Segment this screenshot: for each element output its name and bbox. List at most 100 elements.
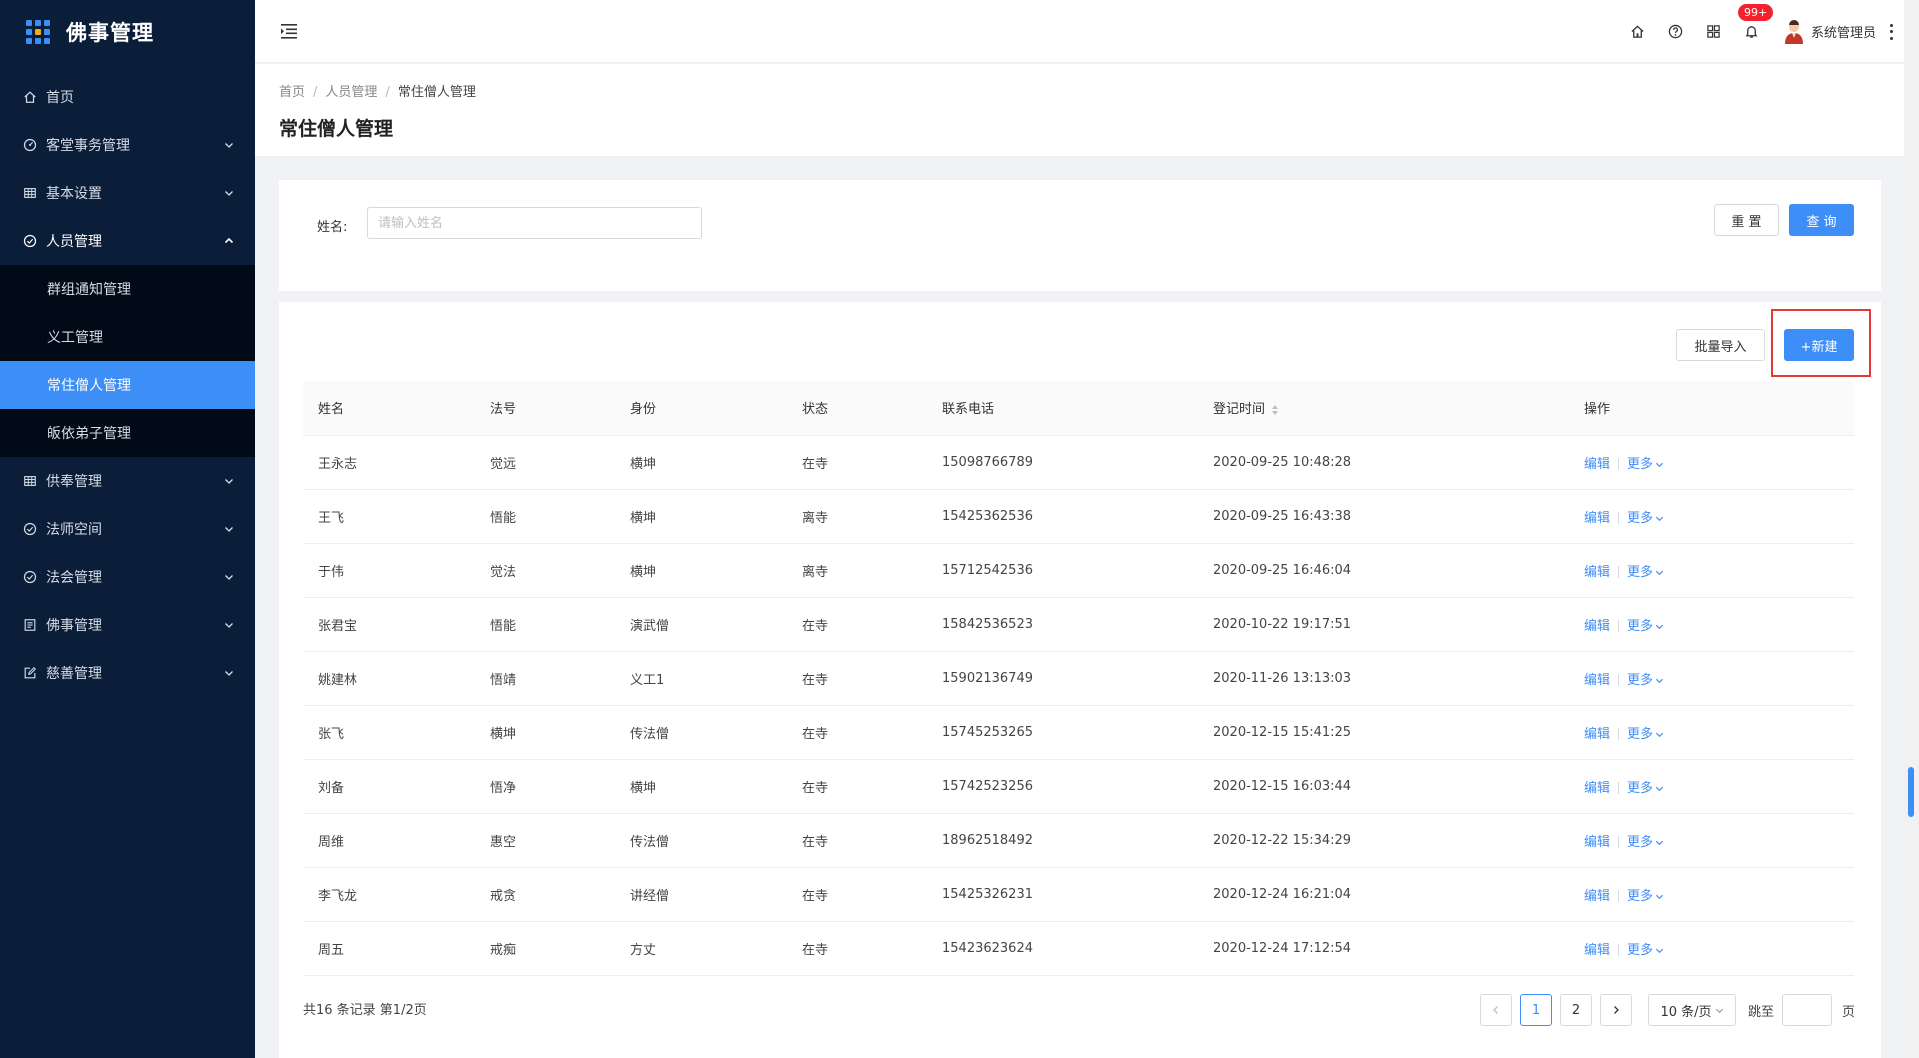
edit-link[interactable]: 编辑 bbox=[1584, 943, 1610, 958]
column-header-register-time[interactable]: 登记时间 bbox=[1198, 381, 1569, 436]
more-vertical-icon[interactable] bbox=[1890, 23, 1894, 40]
edit-link[interactable]: 编辑 bbox=[1584, 835, 1610, 850]
more-label: 更多 bbox=[1627, 726, 1654, 742]
sidebar-item-label: 法会管理 bbox=[46, 570, 102, 586]
chevron-down-icon bbox=[225, 479, 233, 484]
sidebar-item-8[interactable]: 慈善管理 bbox=[0, 649, 255, 697]
breadcrumb-personnel[interactable]: 人员管理 bbox=[325, 85, 377, 100]
sidebar-item-label: 首页 bbox=[46, 90, 74, 106]
chevron-down-icon bbox=[1655, 678, 1664, 683]
page-1-button[interactable]: 1 bbox=[1519, 994, 1552, 1026]
sidebar-item-1[interactable]: 客堂事务管理 bbox=[0, 121, 255, 169]
sidebar-item-7[interactable]: 佛事管理 bbox=[0, 601, 255, 649]
more-label: 更多 bbox=[1627, 618, 1654, 634]
scrollbar[interactable] bbox=[1904, 0, 1919, 1058]
apps-icon[interactable] bbox=[1706, 24, 1722, 40]
submenu-item-label: 常住僧人管理 bbox=[47, 378, 131, 394]
chevron-down-icon bbox=[225, 143, 233, 148]
logo[interactable]: 佛事管理 bbox=[0, 0, 255, 64]
more-dropdown[interactable]: 更多 bbox=[1627, 565, 1664, 580]
more-dropdown[interactable]: 更多 bbox=[1627, 457, 1664, 472]
sidebar-item-2[interactable]: 基本设置 bbox=[0, 169, 255, 217]
prev-page-button[interactable] bbox=[1479, 994, 1512, 1026]
table-row: 于伟 觉法 横坤 离寺 15712542536 2020-09-25 16:46:04 编辑… bbox=[303, 543, 1854, 598]
chevron-down-icon bbox=[1655, 894, 1664, 899]
sidebar-menu: 首页客堂事务管理 基本设置 人员管理 群组通知管理 义工管理常住僧人管理皈依弟子管理 供奉… bbox=[0, 73, 255, 697]
record-summary: 共16 条记录 第1/2页 bbox=[303, 1003, 427, 1018]
reset-button[interactable]: 重 置 bbox=[1714, 204, 1779, 236]
action-divider bbox=[1618, 620, 1620, 632]
edit-link[interactable]: 编辑 bbox=[1584, 565, 1610, 580]
cell-status: 在寺 bbox=[787, 435, 927, 490]
bell-icon[interactable]: 99+ bbox=[1737, 3, 1774, 40]
column-header-register-time-label: 登记时间 bbox=[1213, 402, 1266, 418]
chevron-right-icon bbox=[1614, 1006, 1619, 1014]
more-label: 更多 bbox=[1627, 510, 1654, 526]
cell-time: 2020-12-15 15:41:25 bbox=[1198, 705, 1569, 760]
more-dropdown[interactable]: 更多 bbox=[1627, 943, 1664, 958]
username[interactable]: 系统管理员 bbox=[1811, 22, 1876, 41]
cell-status: 在寺 bbox=[787, 921, 927, 976]
sidebar-item-4[interactable]: 供奉管理 bbox=[0, 457, 255, 505]
more-dropdown[interactable]: 更多 bbox=[1627, 835, 1664, 850]
sidebar-item-5[interactable]: 法师空间 bbox=[0, 505, 255, 553]
more-dropdown[interactable]: 更多 bbox=[1627, 781, 1664, 796]
cell-phone: 15425362536 bbox=[927, 489, 1198, 544]
more-label: 更多 bbox=[1627, 834, 1654, 850]
more-dropdown[interactable]: 更多 bbox=[1627, 619, 1664, 634]
column-header-dharma-name: 法号 bbox=[475, 381, 615, 436]
cell-actions: 编辑 更多 bbox=[1569, 651, 1854, 706]
column-header-phone: 联系电话 bbox=[927, 381, 1198, 436]
sidebar-item-6[interactable]: 法会管理 bbox=[0, 553, 255, 601]
avatar[interactable] bbox=[1783, 19, 1805, 44]
cell-name: 王飞 bbox=[303, 489, 475, 544]
query-button[interactable]: 查 询 bbox=[1789, 204, 1854, 236]
cell-actions: 编辑 更多 bbox=[1569, 543, 1854, 598]
submenu-item-1[interactable]: 义工管理 bbox=[0, 313, 255, 361]
batch-import-button[interactable]: 批量导入 bbox=[1676, 329, 1765, 361]
menu-fold-icon[interactable] bbox=[279, 22, 299, 40]
edit-link[interactable]: 编辑 bbox=[1584, 889, 1610, 904]
more-dropdown[interactable]: 更多 bbox=[1627, 727, 1664, 742]
cell-time: 2020-09-25 10:48:28 bbox=[1198, 435, 1569, 490]
chevron-left-icon bbox=[1493, 1006, 1498, 1014]
cell-phone: 15745253265 bbox=[927, 705, 1198, 760]
sidebar-item-3[interactable]: 人员管理 bbox=[0, 217, 255, 265]
more-dropdown[interactable]: 更多 bbox=[1627, 511, 1664, 526]
edit-link[interactable]: 编辑 bbox=[1584, 619, 1610, 634]
breadcrumb-home[interactable]: 首页 bbox=[279, 85, 305, 100]
page-size-select[interactable]: 10 条/页 bbox=[1647, 994, 1736, 1026]
jump-page-input[interactable] bbox=[1781, 994, 1832, 1026]
column-header-actions: 操作 bbox=[1569, 381, 1854, 436]
cell-name: 李飞龙 bbox=[303, 867, 475, 922]
page-2-button[interactable]: 2 bbox=[1559, 994, 1592, 1026]
submenu-item-0[interactable]: 群组通知管理 bbox=[0, 265, 255, 313]
sort-icon[interactable] bbox=[1271, 404, 1279, 416]
scrollbar-thumb[interactable] bbox=[1908, 767, 1914, 817]
more-dropdown[interactable]: 更多 bbox=[1627, 673, 1664, 688]
next-page-button[interactable] bbox=[1599, 994, 1632, 1026]
submenu-item-2[interactable]: 常住僧人管理 bbox=[0, 361, 255, 409]
cell-dharma: 戒痴 bbox=[475, 921, 615, 976]
chevron-down-icon bbox=[1655, 948, 1664, 953]
chevron-down-icon bbox=[225, 623, 233, 628]
more-label: 更多 bbox=[1627, 942, 1654, 958]
edit-link[interactable]: 编辑 bbox=[1584, 727, 1610, 742]
sidebar-item-0[interactable]: 首页 bbox=[0, 73, 255, 121]
sidebar-item-label: 慈善管理 bbox=[46, 666, 102, 682]
edit-link[interactable]: 编辑 bbox=[1584, 781, 1610, 796]
chevron-down-icon bbox=[1655, 516, 1664, 521]
home-icon[interactable] bbox=[1630, 24, 1646, 40]
edit-link[interactable]: 编辑 bbox=[1584, 511, 1610, 526]
name-search-input[interactable] bbox=[367, 207, 702, 239]
sidebar-item-label: 法师空间 bbox=[46, 522, 102, 538]
cell-identity: 横坤 bbox=[615, 435, 787, 490]
edit-link[interactable]: 编辑 bbox=[1584, 457, 1610, 472]
cell-name: 姚建林 bbox=[303, 651, 475, 706]
more-dropdown[interactable]: 更多 bbox=[1627, 889, 1664, 904]
submenu-item-3[interactable]: 皈依弟子管理 bbox=[0, 409, 255, 457]
action-divider bbox=[1618, 512, 1620, 524]
edit-link[interactable]: 编辑 bbox=[1584, 673, 1610, 688]
chevron-down-icon bbox=[1655, 786, 1664, 791]
help-icon[interactable] bbox=[1668, 24, 1684, 40]
